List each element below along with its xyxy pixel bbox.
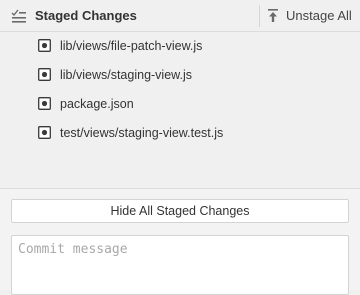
list-check-icon	[11, 9, 26, 23]
panel-title: Staged Changes	[35, 8, 137, 23]
unstage-all-label: Unstage All	[286, 8, 352, 23]
file-modified-icon	[38, 68, 51, 81]
unstage-all-button[interactable]: Unstage All	[260, 0, 360, 31]
arrow-up-to-line-icon	[268, 9, 278, 22]
file-modified-icon	[38, 97, 51, 110]
file-modified-icon	[38, 39, 51, 52]
staged-file-item[interactable]: package.json	[0, 90, 360, 119]
file-modified-icon	[38, 126, 51, 139]
staged-file-list: lib/views/file-patch-view.js lib/views/s…	[0, 32, 360, 148]
hide-all-staged-changes-button[interactable]: Hide All Staged Changes	[11, 199, 349, 223]
staged-file-path: test/views/staging-view.test.js	[60, 126, 224, 140]
staged-file-path: lib/views/file-patch-view.js	[60, 39, 203, 53]
staged-changes-header: Staged Changes Unstage All	[0, 0, 360, 32]
staged-file-item[interactable]: lib/views/file-patch-view.js	[0, 32, 360, 61]
staged-file-path: package.json	[60, 97, 134, 111]
staged-file-item[interactable]: test/views/staging-view.test.js	[0, 119, 360, 148]
commit-message-input[interactable]	[11, 235, 349, 295]
staged-changes-panel: Staged Changes Unstage All lib/views/fil…	[0, 0, 360, 295]
staged-file-path: lib/views/staging-view.js	[60, 68, 192, 82]
staged-file-item[interactable]: lib/views/staging-view.js	[0, 61, 360, 90]
